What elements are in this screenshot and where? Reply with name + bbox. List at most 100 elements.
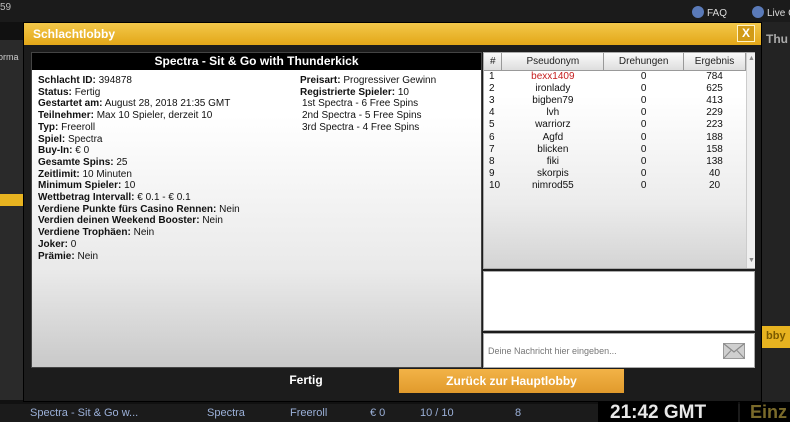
results-cell-score: 20 <box>708 180 721 192</box>
info-label: Typ: <box>38 121 59 133</box>
results-cell-rank: 9 <box>489 168 495 180</box>
background-left-panel: orma <box>0 40 24 400</box>
background-right-panel: Thu bby <box>762 22 790 402</box>
results-column-header[interactable]: # <box>484 53 503 71</box>
info-label: Registrierte Spieler: <box>300 86 396 98</box>
info-value: Nein <box>77 250 99 262</box>
info-value: 25 <box>116 156 128 168</box>
info-row: Zeitlimit: 10 Minuten <box>38 169 298 181</box>
results-row: 5 warriorz 0 223 <box>484 119 746 131</box>
results-row: 8 fiki 0 138 <box>484 155 746 167</box>
info-row: Verdien deinen Weekend Booster: Nein <box>38 215 298 227</box>
results-cell-score: 40 <box>708 168 721 180</box>
bg-row-name: Spectra - Sit & Go w... <box>30 407 139 419</box>
results-cell-rank: 3 <box>489 94 495 106</box>
info-value: 10 Minuten <box>82 168 132 180</box>
results-cell-rank: 1 <box>489 70 495 82</box>
info-label: Buy-In: <box>38 145 73 157</box>
info-label: Schlacht ID: <box>38 75 96 86</box>
info-value: Progressiver Gewinn <box>343 75 437 86</box>
live-label: Live C <box>767 8 790 19</box>
results-cell-score: 625 <box>706 82 723 94</box>
results-column-header[interactable]: Pseudonym <box>501 53 605 71</box>
info-row: Schlacht ID: 394878 <box>38 75 298 87</box>
results-column-header[interactable]: Drehungen <box>603 53 685 71</box>
results-cell-spins: 0 <box>640 131 647 143</box>
results-row: 3 bigben79 0 413 <box>484 94 746 106</box>
background-number: 59 <box>0 2 12 13</box>
results-cell-spins: 0 <box>640 180 647 192</box>
info-row: Verdiene Punkte fürs Casino Rennen: Nein <box>38 204 298 216</box>
info-label: Prämie: <box>38 250 75 262</box>
results-cell-spins: 0 <box>640 107 647 119</box>
info-value: € 0.1 - € 0.1 <box>137 192 191 204</box>
chat-icon <box>752 6 764 18</box>
bg-row-type: Freeroll <box>290 407 328 419</box>
info-value: Fertig <box>74 86 101 98</box>
results-scrollbar[interactable]: ▲ ▼ <box>746 53 755 268</box>
info-row: Minimum Spieler: 10 <box>38 180 298 192</box>
info-label: Gesamte Spins: <box>38 156 114 168</box>
info-label: Status: <box>38 86 72 98</box>
info-row: Prämie: Nein <box>38 251 298 263</box>
info-label: Minimum Spieler: <box>38 180 122 192</box>
bg-row-game: Spectra <box>207 407 245 419</box>
info-label: Zeitlimit: <box>38 168 80 180</box>
results-column-header[interactable]: Ergebnis <box>683 53 746 71</box>
background-topbar: 59 FAQ Live C <box>0 0 790 22</box>
dialog-titlebar: Schlachtlobby X <box>24 23 761 45</box>
info-value: 10 <box>397 86 409 98</box>
help-icon <box>692 6 704 18</box>
results-cell-spins: 0 <box>640 82 647 94</box>
chat-input[interactable] <box>488 343 713 359</box>
info-value: 0 <box>70 238 77 250</box>
info-value: Nein <box>133 227 155 239</box>
faq-link[interactable]: FAQ <box>692 6 727 19</box>
live-chat-link[interactable]: Live C <box>752 6 790 19</box>
close-button[interactable]: X <box>737 25 755 42</box>
info-value: Spectra <box>68 133 103 145</box>
results-row: 7 blicken 0 158 <box>484 143 746 155</box>
results-cell-name: bexx1409 <box>531 70 575 82</box>
results-table: # Pseudonym Drehungen Ergebnis 1 bexx1409 0 78… <box>484 53 746 192</box>
done-button[interactable]: Fertig <box>241 368 371 393</box>
results-cell-rank: 5 <box>489 119 495 131</box>
info-row: Gesamte Spins: 25 <box>38 157 298 169</box>
info-row: Joker: 0 <box>38 239 298 251</box>
info-label: Teilnehmer: <box>38 110 94 122</box>
info-row: Registrierte Spieler: 10 <box>300 87 480 99</box>
info-label: Spiel: <box>38 133 66 145</box>
results-cell-score: 158 <box>706 143 723 155</box>
prize-item: 2nd Spectra - 5 Free Spins <box>302 110 422 122</box>
battle-prize-info: Preisart: Progressiver Gewinn Registriert… <box>300 75 480 134</box>
results-row: 1 bexx1409 0 784 <box>484 70 746 82</box>
results-cell-name: fiki <box>546 155 559 167</box>
results-row: 10 nimrod55 0 20 <box>484 180 746 192</box>
results-cell-spins: 0 <box>640 94 647 106</box>
results-cell-rank: 7 <box>489 143 495 155</box>
results-row: 2 ironlady 0 625 <box>484 82 746 94</box>
info-value: € 0 <box>75 145 90 157</box>
back-to-lobby-button[interactable]: Zurück zur Hauptlobby <box>399 369 624 393</box>
results-row: 4 lvh 0 229 <box>484 107 746 119</box>
results-cell-rank: 10 <box>489 180 501 192</box>
info-label: Preisart: <box>300 75 341 86</box>
results-cell-rank: 8 <box>489 155 495 167</box>
send-mail-icon[interactable] <box>723 343 745 359</box>
results-cell-score: 413 <box>706 94 723 106</box>
results-cell-spins: 0 <box>640 155 647 167</box>
info-label: Verdiene Punkte fürs Casino Rennen: <box>38 203 217 215</box>
info-row: Verdiene Trophäen: Nein <box>38 227 298 239</box>
scroll-down-icon[interactable]: ▼ <box>748 257 755 264</box>
info-row: Buy-In: € 0 <box>38 145 298 157</box>
background-lobby-button[interactable]: bby <box>762 326 790 348</box>
results-cell-name: nimrod55 <box>532 180 574 192</box>
info-value: 394878 <box>98 75 132 86</box>
info-label: Verdien deinen Weekend Booster: <box>38 215 200 227</box>
results-cell-spins: 0 <box>640 119 647 131</box>
info-value: August 28, 2018 21:35 GMT <box>104 98 231 110</box>
scroll-up-icon[interactable]: ▲ <box>748 55 755 62</box>
info-label: Gestartet am: <box>38 98 103 110</box>
bg-row-players: 10 / 10 <box>420 407 454 419</box>
results-cell-score: 229 <box>706 107 723 119</box>
